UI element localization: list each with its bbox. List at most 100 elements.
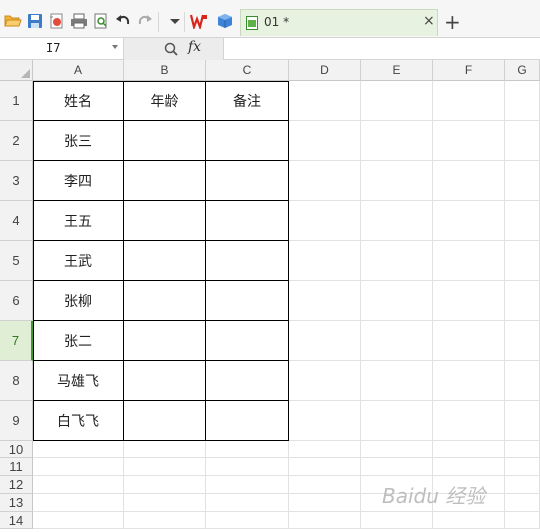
- row-header-4[interactable]: 4: [0, 201, 33, 241]
- table-cell[interactable]: [124, 401, 206, 441]
- grid-cell[interactable]: [124, 512, 206, 529]
- grid-cell[interactable]: [361, 458, 433, 476]
- grid-cell[interactable]: [289, 321, 361, 361]
- new-tab-button[interactable]: +: [444, 10, 461, 34]
- row-header-10[interactable]: 10: [0, 441, 33, 458]
- grid-cell[interactable]: [289, 201, 361, 241]
- folder-open-icon[interactable]: [4, 12, 22, 30]
- column-header-b[interactable]: B: [124, 60, 206, 81]
- grid-cell[interactable]: [505, 281, 540, 321]
- grid-cell[interactable]: [206, 476, 289, 494]
- dropdown-icon[interactable]: [166, 12, 184, 30]
- grid-cell[interactable]: [505, 441, 540, 458]
- row-header-6[interactable]: 6: [0, 281, 33, 321]
- grid-cell[interactable]: [361, 281, 433, 321]
- grid-cell[interactable]: [206, 512, 289, 529]
- table-header-cell[interactable]: 姓名: [33, 81, 124, 121]
- table-cell[interactable]: [124, 121, 206, 161]
- grid-cell[interactable]: [505, 161, 540, 201]
- table-header-cell[interactable]: 年龄: [124, 81, 206, 121]
- table-cell[interactable]: [206, 121, 289, 161]
- grid-cell[interactable]: [505, 361, 540, 401]
- row-header-5[interactable]: 5: [0, 241, 33, 281]
- grid-cell[interactable]: [505, 81, 540, 121]
- grid-cell[interactable]: [505, 458, 540, 476]
- grid-cell[interactable]: [361, 321, 433, 361]
- grid-cell[interactable]: [505, 512, 540, 529]
- grid-cell[interactable]: [124, 458, 206, 476]
- grid-cell[interactable]: [289, 458, 361, 476]
- name-cell[interactable]: 马雄飞: [33, 361, 124, 401]
- grid-cell[interactable]: [361, 401, 433, 441]
- row-header-1[interactable]: 1: [0, 81, 33, 121]
- grid-cell[interactable]: [289, 401, 361, 441]
- column-header-e[interactable]: E: [361, 60, 433, 81]
- grid-cell[interactable]: [206, 494, 289, 512]
- row-header-14[interactable]: 14: [0, 512, 33, 529]
- grid-cell[interactable]: [33, 476, 124, 494]
- grid-cell[interactable]: [361, 201, 433, 241]
- table-cell[interactable]: [206, 401, 289, 441]
- column-header-d[interactable]: D: [289, 60, 361, 81]
- grid-cell[interactable]: [505, 121, 540, 161]
- table-header-cell[interactable]: 备注: [206, 81, 289, 121]
- grid-cell[interactable]: [433, 121, 505, 161]
- grid-cell[interactable]: [361, 512, 433, 529]
- wps-logo-icon[interactable]: [190, 12, 208, 30]
- grid-cell[interactable]: [361, 81, 433, 121]
- print-preview-icon[interactable]: [92, 12, 110, 30]
- table-cell[interactable]: [124, 201, 206, 241]
- grid-cell[interactable]: [33, 512, 124, 529]
- grid-cell[interactable]: [289, 241, 361, 281]
- undo-icon[interactable]: [114, 12, 132, 30]
- function-fx-icon[interactable]: fx: [188, 39, 201, 55]
- table-cell[interactable]: [206, 281, 289, 321]
- grid-cell[interactable]: [433, 512, 505, 529]
- column-header-c[interactable]: C: [206, 60, 289, 81]
- grid-cell[interactable]: [433, 81, 505, 121]
- grid-cell[interactable]: [505, 476, 540, 494]
- save-icon[interactable]: [26, 12, 44, 30]
- grid-cell[interactable]: [433, 201, 505, 241]
- grid-cell[interactable]: [361, 161, 433, 201]
- print-icon[interactable]: [70, 12, 88, 30]
- table-cell[interactable]: [124, 361, 206, 401]
- column-header-f[interactable]: F: [433, 60, 505, 81]
- grid-cell[interactable]: [361, 441, 433, 458]
- column-header-g[interactable]: G: [505, 60, 540, 81]
- grid-cell[interactable]: [289, 476, 361, 494]
- cube-icon[interactable]: [216, 12, 234, 30]
- grid-cell[interactable]: [433, 401, 505, 441]
- close-tab-button[interactable]: ×: [423, 13, 435, 29]
- grid-cell[interactable]: [289, 494, 361, 512]
- column-header-a[interactable]: A: [33, 60, 124, 81]
- name-cell[interactable]: 张柳: [33, 281, 124, 321]
- name-cell[interactable]: 李四: [33, 161, 124, 201]
- grid-cell[interactable]: [289, 281, 361, 321]
- grid-cell[interactable]: [289, 441, 361, 458]
- grid-cell[interactable]: [361, 241, 433, 281]
- table-cell[interactable]: [124, 241, 206, 281]
- table-cell[interactable]: [206, 321, 289, 361]
- row-header-9[interactable]: 9: [0, 401, 33, 441]
- export-pdf-icon[interactable]: [48, 12, 66, 30]
- grid-cell[interactable]: [33, 458, 124, 476]
- table-cell[interactable]: [206, 161, 289, 201]
- row-header-11[interactable]: 11: [0, 458, 33, 476]
- row-header-13[interactable]: 13: [0, 494, 33, 512]
- table-cell[interactable]: [206, 361, 289, 401]
- grid-cell[interactable]: [505, 494, 540, 512]
- grid-cell[interactable]: [433, 361, 505, 401]
- grid-cell[interactable]: [505, 241, 540, 281]
- name-cell[interactable]: 王武: [33, 241, 124, 281]
- grid-cell[interactable]: [289, 161, 361, 201]
- grid-cell[interactable]: [289, 512, 361, 529]
- grid-cell[interactable]: [289, 121, 361, 161]
- grid-cell[interactable]: [124, 476, 206, 494]
- row-header-12[interactable]: 12: [0, 476, 33, 494]
- row-header-3[interactable]: 3: [0, 161, 33, 201]
- grid-cell[interactable]: [505, 401, 540, 441]
- grid-cell[interactable]: [433, 321, 505, 361]
- grid-cell[interactable]: [505, 201, 540, 241]
- grid-cell[interactable]: [33, 494, 124, 512]
